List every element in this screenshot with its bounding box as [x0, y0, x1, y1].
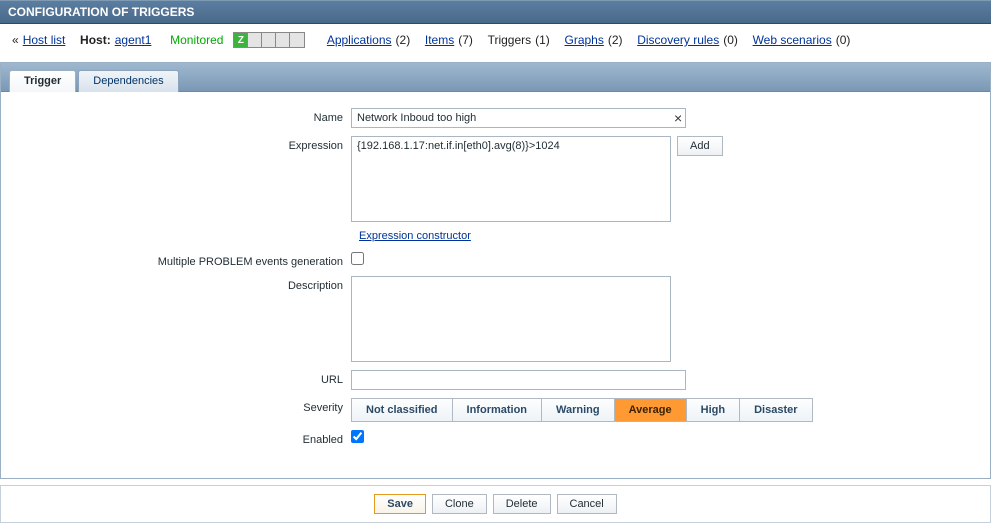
label-expression: Expression: [21, 136, 351, 152]
items-count: (7): [458, 33, 473, 47]
graphs-link[interactable]: Graphs: [564, 33, 603, 47]
severity-information[interactable]: Information: [453, 399, 543, 421]
tab-dependencies[interactable]: Dependencies: [78, 70, 178, 92]
severity-disaster[interactable]: Disaster: [740, 399, 811, 421]
save-button[interactable]: Save: [374, 494, 426, 514]
enabled-checkbox[interactable]: [351, 430, 364, 443]
host-list-link[interactable]: Host list: [23, 33, 66, 47]
triggers-count: (1): [535, 33, 550, 47]
availability-cell-3: [276, 33, 290, 47]
name-input[interactable]: [351, 108, 686, 128]
label-description: Description: [21, 276, 351, 292]
page-header: CONFIGURATION OF TRIGGERS: [0, 0, 991, 24]
description-textarea[interactable]: [351, 276, 671, 362]
discovery-link[interactable]: Discovery rules: [637, 33, 719, 47]
availability-cell-1: [248, 33, 262, 47]
label-name: Name: [21, 108, 351, 124]
url-input[interactable]: [351, 370, 686, 390]
availability-cell-2: [262, 33, 276, 47]
applications-link[interactable]: Applications: [327, 33, 392, 47]
availability-indicator: Z: [233, 32, 305, 48]
graphs-count: (2): [608, 33, 623, 47]
severity-not-classified[interactable]: Not classified: [352, 399, 453, 421]
availability-cell-z: Z: [234, 33, 248, 47]
items-link[interactable]: Items: [425, 33, 454, 47]
severity-selector: Not classifiedInformationWarningAverageH…: [351, 398, 813, 422]
applications-count: (2): [396, 33, 411, 47]
add-expression-button[interactable]: Add: [677, 136, 723, 156]
page-title: CONFIGURATION OF TRIGGERS: [8, 5, 194, 19]
action-bar: Save Clone Delete Cancel: [0, 485, 991, 523]
availability-cell-4: [290, 33, 304, 47]
label-enabled: Enabled: [21, 430, 351, 446]
back-chevron: «: [12, 33, 19, 47]
clone-button[interactable]: Clone: [432, 494, 487, 514]
expression-constructor-link[interactable]: Expression constructor: [359, 230, 471, 242]
multiple-events-checkbox[interactable]: [351, 252, 364, 265]
host-label: Host:: [80, 33, 111, 47]
label-url: URL: [21, 370, 351, 386]
clear-name-icon[interactable]: ×: [670, 111, 686, 125]
delete-button[interactable]: Delete: [493, 494, 551, 514]
severity-high[interactable]: High: [687, 399, 740, 421]
tab-trigger[interactable]: Trigger: [9, 70, 76, 92]
label-severity: Severity: [21, 398, 351, 414]
triggers-link-current: Triggers: [488, 33, 532, 47]
cancel-button[interactable]: Cancel: [557, 494, 617, 514]
tab-container: Trigger Dependencies Name × Expression A…: [0, 62, 991, 479]
host-name-link[interactable]: agent1: [115, 33, 152, 47]
trigger-form: Name × Expression Add Expression constru…: [1, 92, 990, 478]
label-multiple: Multiple PROBLEM events generation: [21, 252, 351, 268]
discovery-count: (0): [723, 33, 738, 47]
web-scenarios-link[interactable]: Web scenarios: [753, 33, 832, 47]
tab-strip: Trigger Dependencies: [1, 62, 990, 92]
host-nav-row: « Host list Host: agent1 Monitored Z App…: [0, 24, 991, 62]
expression-textarea[interactable]: [351, 136, 671, 222]
web-scenarios-count: (0): [836, 33, 851, 47]
severity-warning[interactable]: Warning: [542, 399, 615, 421]
severity-average[interactable]: Average: [615, 399, 687, 421]
host-status: Monitored: [170, 33, 223, 47]
